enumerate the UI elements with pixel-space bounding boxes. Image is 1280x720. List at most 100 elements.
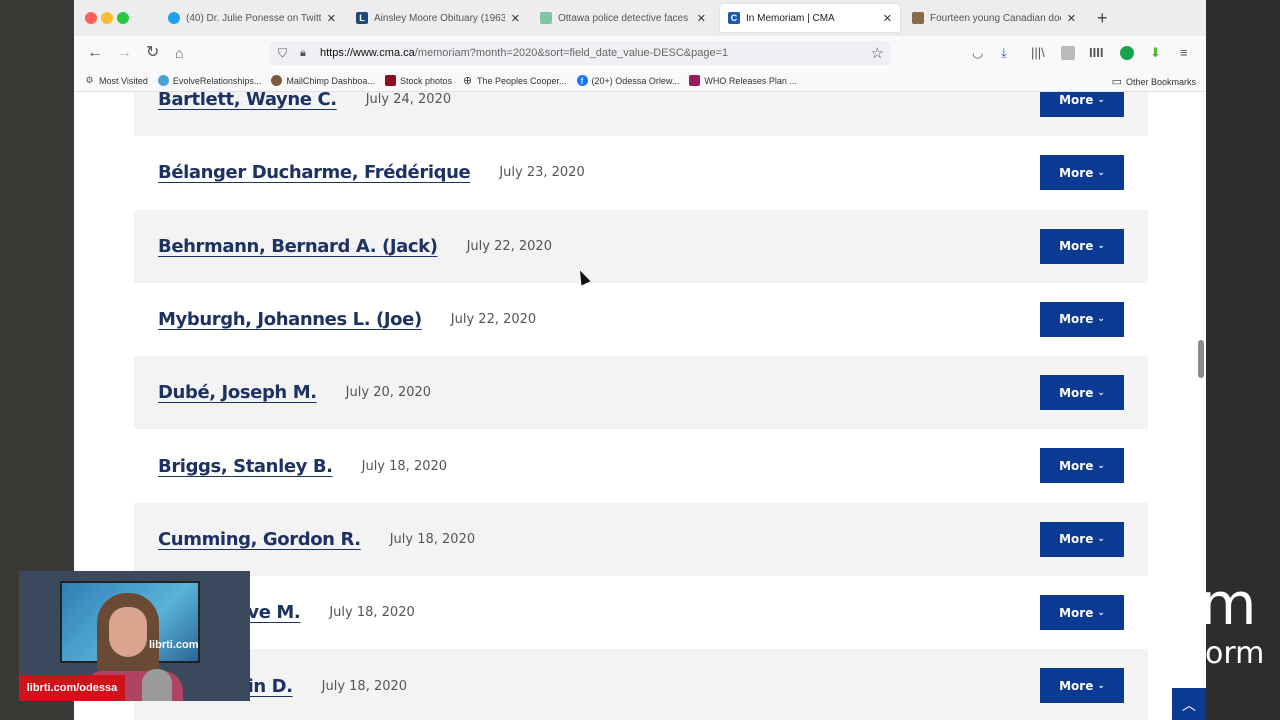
shield-icon[interactable]: ⛉ [278, 46, 292, 61]
background-text: m [1200, 570, 1257, 638]
more-button[interactable]: More ⌄ [1040, 668, 1124, 704]
globe-icon [157, 75, 169, 86]
tab-twitter[interactable]: (40) Dr. Julie Ponesse on Twitte ✕ [160, 4, 344, 32]
memoriam-name-link[interactable]: Behrmann, Bernard A. (Jack) [158, 236, 438, 257]
lock-icon[interactable]: 🔒︎ [300, 47, 312, 60]
bookmark-who[interactable]: WHO Releases Plan ... [689, 75, 797, 86]
folder-icon: ▭ [1111, 76, 1122, 88]
chevron-down-icon: ⌄ [1097, 314, 1105, 325]
list-item: Behrmann, Bernard A. (Jack) July 22, 202… [134, 209, 1148, 283]
memoriam-date: July 18, 2020 [361, 458, 448, 474]
memoriam-date: July 22, 2020 [450, 312, 537, 328]
download-icon[interactable]: ⤓ [1001, 45, 1007, 61]
bookmark-label: (20+) Odessa Orlew... [591, 75, 680, 86]
close-window-button[interactable] [85, 12, 97, 24]
more-button[interactable]: More ⌄ [1040, 228, 1124, 264]
memoriam-name-link[interactable]: Bartlett, Wayne C. [158, 92, 337, 110]
more-button[interactable]: More ⌄ [1040, 155, 1124, 191]
tab-in-memoriam[interactable]: C In Memoriam | CMA ✕ [720, 4, 900, 32]
extension-grid-icon[interactable]: IIII [1089, 45, 1103, 61]
bookmark-stock-photos[interactable]: Stock photos [384, 75, 452, 86]
minimize-window-button[interactable] [101, 12, 113, 24]
chevron-up-icon: ︿ [1182, 697, 1196, 713]
brand-logo: librti.com [149, 639, 199, 651]
close-tab-icon[interactable]: ✕ [511, 12, 520, 25]
more-button[interactable]: More ⌄ [1040, 448, 1124, 484]
chevron-down-icon: ⌄ [1097, 167, 1105, 178]
tab-strip: (40) Dr. Julie Ponesse on Twitte ✕ L Ain… [74, 0, 1206, 36]
url-text[interactable]: https://www.cma.ca/memoriam?month=2020&s… [320, 47, 728, 59]
memoriam-name-link[interactable]: Dubé, Joseph M. [158, 382, 317, 403]
url-bar[interactable]: ⛉ 🔒︎ https://www.cma.ca/memoriam?month=2… [270, 41, 890, 65]
download-helper-icon[interactable]: ⬇ [1150, 45, 1161, 61]
library-icon[interactable]: |||\ [1031, 45, 1045, 61]
home-icon[interactable]: ⌂ [175, 44, 183, 62]
menu-icon[interactable]: ≡ [1180, 45, 1188, 61]
more-label: More [1059, 312, 1094, 327]
memoriam-list: Bartlett, Wayne C. July 24, 2020 More ⌄ B… [134, 92, 1148, 720]
bookmark-facebook[interactable]: f (20+) Odessa Orlew... [576, 75, 680, 86]
gear-icon: ⚙ [85, 75, 94, 85]
more-button[interactable]: More ⌄ [1040, 595, 1124, 631]
forward-icon[interactable]: → [116, 44, 132, 62]
scrollbar-thumb[interactable] [1198, 340, 1204, 378]
maximize-window-button[interactable] [117, 12, 129, 24]
more-label: More [1059, 678, 1094, 693]
extension-icon[interactable] [1061, 46, 1075, 60]
tab-ainsley-moore[interactable]: L Ainsley Moore Obituary (1963 - ✕ [348, 4, 528, 32]
chevron-down-icon: ⌄ [1097, 680, 1105, 691]
list-item: Briggs, Stanley B. July 18, 2020 More ⌄ [134, 429, 1148, 502]
chevron-down-icon: ⌄ [1097, 607, 1105, 618]
back-to-top-button[interactable]: ︿ [1172, 688, 1206, 720]
navigation-bar: ← → ↻ ⌂ ⛉ 🔒︎ https://www.cma.ca/memoriam… [74, 36, 1206, 70]
more-button[interactable]: More ⌄ [1040, 301, 1124, 337]
memoriam-name-link[interactable]: Bélanger Ducharme, Frédérique [158, 162, 471, 183]
bookmark-mailchimp[interactable]: MailChimp Dashboa... [271, 75, 375, 86]
tab-label: Ainsley Moore Obituary (1963 - [374, 12, 505, 24]
chevron-down-icon: ⌄ [1097, 460, 1105, 471]
back-icon[interactable]: ← [87, 44, 103, 62]
list-item: …in D. July 18, 2020 More ⌄ [134, 649, 1148, 720]
list-item: Myburgh, Johannes L. (Joe) July 22, 2020… [134, 283, 1148, 356]
list-item: Cumming, Gordon R. July 18, 2020 More ⌄ [134, 502, 1148, 577]
tab-ottawa-police[interactable]: Ottawa police detective faces m ✕ [532, 4, 714, 32]
tab-label: (40) Dr. Julie Ponesse on Twitte [186, 12, 321, 24]
other-bookmarks[interactable]: ▭ Other Bookmarks [1112, 75, 1196, 88]
bookmark-label: The Peoples Cooper... [476, 75, 567, 86]
memoriam-date: July 24, 2020 [365, 92, 452, 108]
bookmark-most-visited[interactable]: ⚙ Most Visited [84, 75, 147, 86]
memoriam-name-link[interactable]: Myburgh, Johannes L. (Joe) [158, 309, 422, 330]
facebook-icon: f [576, 75, 588, 86]
webcam-overlay: librti.com librti.com/odessa [19, 571, 250, 701]
memoriam-date: July 20, 2020 [345, 385, 432, 401]
grammarly-icon[interactable] [1120, 46, 1134, 60]
close-tab-icon[interactable]: ✕ [327, 12, 336, 25]
more-label: More [1059, 239, 1094, 254]
close-tab-icon[interactable]: ✕ [883, 12, 892, 25]
close-tab-icon[interactable]: ✕ [697, 12, 706, 25]
news-icon [689, 75, 701, 86]
memoriam-date: July 18, 2020 [389, 531, 476, 547]
background-text: orm [1205, 636, 1265, 671]
new-tab-button[interactable]: + [1097, 8, 1108, 28]
memoriam-name-link[interactable]: Briggs, Stanley B. [158, 456, 333, 477]
bookmark-evolve[interactable]: EvolveRelationships... [157, 75, 262, 86]
list-item: Dubé, Joseph M. July 20, 2020 More ⌄ [134, 356, 1148, 430]
bookmark-label: WHO Releases Plan ... [704, 75, 797, 86]
close-tab-icon[interactable]: ✕ [1067, 12, 1076, 25]
more-button[interactable]: More ⌄ [1040, 375, 1124, 411]
more-button[interactable]: More ⌄ [1040, 521, 1124, 557]
tab-label: Fourteen young Canadian docs [930, 12, 1061, 24]
list-item: …ive M. July 18, 2020 More ⌄ [134, 576, 1148, 649]
memoriam-name-link[interactable]: Cumming, Gordon R. [158, 529, 361, 550]
bookmark-star-icon[interactable]: ☆ [871, 44, 884, 62]
bookmark-peoples-cooper[interactable]: ⊕ The Peoples Cooper... [462, 75, 567, 87]
bookmark-label: EvolveRelationships... [172, 75, 262, 86]
reload-icon[interactable]: ↻ [146, 44, 159, 62]
more-button[interactable]: More ⌄ [1040, 92, 1124, 117]
tab-fourteen-doctors[interactable]: Fourteen young Canadian docs ✕ [904, 4, 1084, 32]
memoriam-date: July 22, 2020 [466, 238, 552, 254]
chevron-down-icon: ⌄ [1097, 534, 1105, 545]
memoriam-date: July 23, 2020 [499, 165, 585, 181]
pocket-icon[interactable]: ◡ [972, 45, 983, 61]
